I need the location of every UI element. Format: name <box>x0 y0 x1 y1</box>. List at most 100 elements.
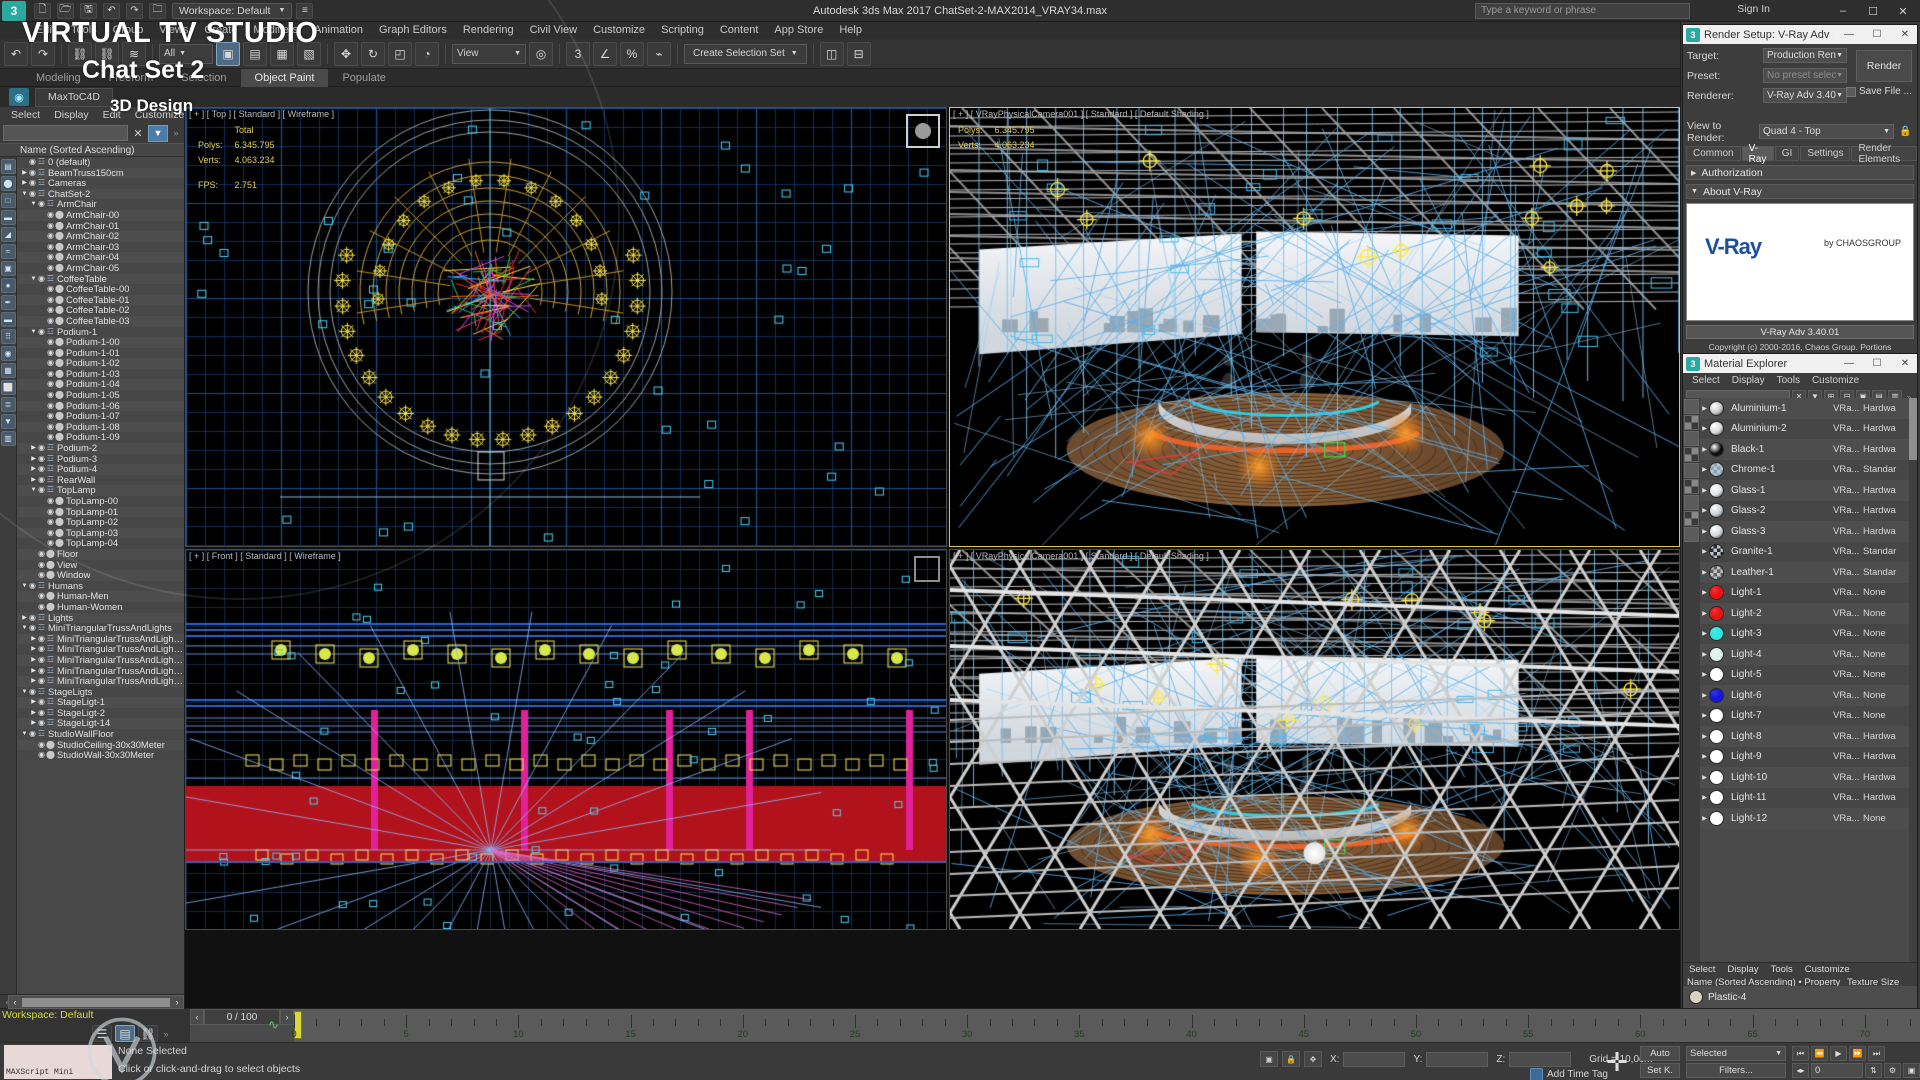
material-swatch[interactable] <box>1709 646 1724 662</box>
undo-icon[interactable]: ↶ <box>103 2 120 19</box>
reference-coordinate-dropdown[interactable]: View ▼ <box>452 43 526 64</box>
scene-explorer-row[interactable]: ◉ ⬤ TopLamp-00 <box>17 496 184 507</box>
visibility-eye-icon[interactable]: ◉ <box>37 560 46 571</box>
chevron-right-icon[interactable]: ▶ <box>21 613 28 624</box>
visibility-eye-icon[interactable]: ◉ <box>28 168 37 179</box>
scene-explorer-row[interactable]: ▶ ◉ ☲ RearWall <box>17 474 184 486</box>
animation-curve-icon[interactable]: ∿ <box>268 1017 279 1033</box>
visibility-eye-icon[interactable]: ◉ <box>37 602 46 613</box>
isolate-selection-icon[interactable]: ✛ <box>1600 1047 1634 1077</box>
scene-explorer-row[interactable]: ◉ ⬤ Podium-1-05 <box>17 390 184 401</box>
visibility-eye-icon[interactable]: ◉ <box>46 401 55 412</box>
chevron-down-icon[interactable]: ▼ <box>21 623 28 634</box>
explorer-rail-icon-2[interactable]: □ <box>0 193 16 208</box>
chevron-right-icon[interactable]: ▶ <box>1700 692 1709 699</box>
set-key-button[interactable]: Set K. <box>1640 1063 1680 1078</box>
angle-snap-icon[interactable]: ∠ <box>593 41 617 66</box>
scene-explorer-row[interactable]: ◉ ⬤ Podium-1-06 <box>17 400 184 412</box>
schematic-view-icon[interactable]: ⛓ <box>138 1025 158 1042</box>
material-swatch[interactable] <box>1709 462 1724 478</box>
scene-explorer-row[interactable]: ◉ ⬤ Podium-1-03 <box>17 368 184 380</box>
close-button[interactable]: ✕ <box>1888 0 1918 22</box>
selection-lock-icon[interactable]: ▣ <box>1260 1051 1278 1067</box>
menu-item-create[interactable]: Create <box>196 22 245 39</box>
filters-button[interactable]: Filters... <box>1686 1063 1786 1078</box>
chevron-right-icon[interactable]: » <box>171 128 181 138</box>
scene-explorer-list[interactable]: ◉ ☲ 0 (default) ▶ ◉ ☲ BeamTruss150cm ▶ ◉ ☲ Cameras… <box>17 157 184 994</box>
scene-explorer-row[interactable]: ◉ ⬤ ArmChair-03 <box>17 241 184 253</box>
new-file-icon[interactable]: 🗋 <box>34 2 51 19</box>
search-input[interactable]: Type a keyword or phrase <box>1475 3 1690 19</box>
select-scale-icon[interactable]: ◰ <box>388 41 412 66</box>
percent-snap-icon[interactable]: % <box>620 41 644 66</box>
explorer-rail-icon-0[interactable]: ▤ <box>0 159 16 174</box>
scene-explorer-row[interactable]: ▶ ◉ ☲ MiniTriangularTrussAndLights-5 <box>17 676 184 687</box>
scene-explorer-row[interactable]: ◉ ⬤ CoffeeTable-00 <box>17 284 184 295</box>
visibility-eye-icon[interactable]: ◉ <box>37 634 46 645</box>
viewport-camera-2[interactable]: [ + ] [ VRayPhysicalCamera001 ] [ Standa… <box>949 549 1680 930</box>
view-to-render-dropdown[interactable]: Quad 4 - Top ▼ <box>1759 124 1894 139</box>
material-rail-icon-1[interactable] <box>1684 415 1699 430</box>
chevron-down-icon[interactable]: ▼ <box>21 687 28 698</box>
material-row[interactable]: ▶ Light-2 VRa... None <box>1700 603 1909 624</box>
material-footer-menu-tools[interactable]: Tools <box>1765 964 1799 975</box>
clear-search-icon[interactable]: ✕ <box>131 127 145 140</box>
playback-button-3[interactable]: ⏩ <box>1849 1046 1866 1061</box>
viewport-navigation-cube[interactable] <box>906 114 940 148</box>
explorer-bottom-scrollbar[interactable]: ‹ › <box>8 995 184 1009</box>
explorer-rail-icon-7[interactable]: ● <box>0 278 16 293</box>
visibility-eye-icon[interactable]: ◉ <box>46 337 55 348</box>
visibility-eye-icon[interactable]: ◉ <box>37 443 46 454</box>
auto-key-button[interactable]: Auto <box>1640 1046 1680 1061</box>
material-swatch[interactable] <box>1709 708 1724 724</box>
select-by-name-icon[interactable]: ▤ <box>243 41 267 66</box>
spinner-snap-icon[interactable]: ⌁ <box>647 41 671 66</box>
menu-item-modifiers[interactable]: Modifiers <box>245 22 306 39</box>
chevron-right-icon[interactable]: ▶ <box>1700 569 1709 576</box>
add-time-tag[interactable]: Add Time Tag <box>1530 1068 1608 1080</box>
render-tab-v-ray[interactable]: V-Ray <box>1741 143 1774 165</box>
scene-explorer-row[interactable]: ▶ ◉ ☲ Podium-2 <box>17 443 184 454</box>
scene-explorer-row[interactable]: ▶ ◉ ☲ Podium-3 <box>17 453 184 465</box>
chevron-right-icon[interactable]: ▶ <box>1700 815 1709 822</box>
explorer-rail-icon-4[interactable]: ◢ <box>0 227 16 242</box>
ribbon-tab-selection[interactable]: Selection <box>167 69 240 87</box>
viewport-front[interactable]: [ + ] [ Front ] [ Standard ] [ Wireframe… <box>185 549 947 930</box>
ribbon-tab-populate[interactable]: Populate <box>328 69 399 87</box>
maximize-button[interactable]: ☐ <box>1858 0 1888 22</box>
menu-item-customize[interactable]: Customize <box>585 22 653 39</box>
undo-tool-icon[interactable]: ↶ <box>4 41 28 66</box>
visibility-eye-icon[interactable]: ◉ <box>46 252 55 263</box>
visibility-eye-icon[interactable]: ◉ <box>28 581 37 592</box>
scene-explorer-row[interactable]: ▼ ◉ ☲ TopLamp <box>17 485 184 496</box>
visibility-eye-icon[interactable]: ◉ <box>28 687 37 698</box>
scene-explorer-row[interactable]: ▶ ◉ ☲ Cameras <box>17 178 184 189</box>
chevron-down-icon[interactable]: ▼ <box>30 199 37 210</box>
scene-explorer-row[interactable]: ▶ ◉ ☲ MiniTriangularTrussAndLights-2 <box>17 644 184 655</box>
material-rail-icon-8[interactable] <box>1684 527 1699 542</box>
named-selection-set-field[interactable]: Create Selection Set ▼ <box>684 43 807 64</box>
menu-item-app-store[interactable]: App Store <box>766 22 831 39</box>
scene-explorer-row[interactable]: ◉ ⬤ ArmChair-04 <box>17 252 184 263</box>
chevron-right-icon[interactable]: ▶ <box>30 644 37 655</box>
mirror-icon[interactable]: ◫ <box>819 41 844 66</box>
material-swatch[interactable] <box>1709 728 1724 744</box>
viewport-camera-1[interactable]: [ + ] [ VRayPhysicalCamera001 ] [ Standa… <box>949 107 1680 547</box>
explorer-rail-icon-13[interactable]: ⬜ <box>0 380 16 395</box>
select-object-icon[interactable]: ▣ <box>216 41 240 66</box>
material-row[interactable]: ▶ Light-10 VRa... Hardwa <box>1700 767 1909 788</box>
scene-explorer-row[interactable]: ◉ ⬤ Window <box>17 570 184 581</box>
material-swatch[interactable] <box>1709 667 1724 683</box>
explorer-rail-icon-6[interactable]: ▣ <box>0 261 16 276</box>
explorer-rail-icon-5[interactable]: ≈ <box>0 244 16 259</box>
visibility-eye-icon[interactable]: ◉ <box>37 549 46 560</box>
chevron-right-icon[interactable]: ▶ <box>1700 712 1709 719</box>
material-row[interactable]: ▶ Granite-1 VRa... Standar <box>1700 541 1909 562</box>
material-swatch[interactable] <box>1709 790 1724 806</box>
chevron-right-icon[interactable]: » <box>161 1029 171 1039</box>
maxscript-mini-listener[interactable]: MAXScript Mini <box>4 1045 112 1079</box>
chevron-right-icon[interactable]: ▶ <box>30 676 37 687</box>
material-rail-icon-3[interactable] <box>1684 447 1699 462</box>
material-swatch[interactable] <box>1709 544 1724 560</box>
material-row[interactable]: ▶ Glass-2 VRa... Hardwa <box>1700 500 1909 521</box>
